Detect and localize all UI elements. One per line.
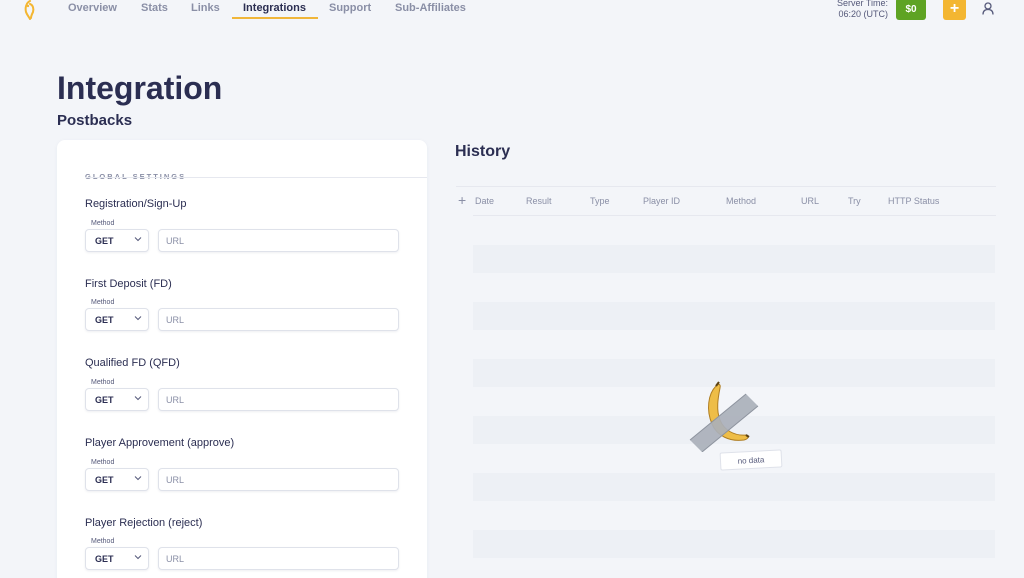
tab-integrations[interactable]: Integrations — [243, 2, 306, 14]
page-subtitle: Postbacks — [57, 112, 133, 129]
server-time-value: 06:20 (UTC) — [838, 9, 888, 19]
divider — [456, 186, 996, 187]
chevron-down-icon — [134, 237, 142, 242]
url-input-registration[interactable] — [158, 229, 399, 252]
url-input-first-deposit[interactable] — [158, 308, 399, 331]
table-row-placeholder — [473, 530, 995, 558]
method-value: GET — [95, 553, 114, 564]
divider — [85, 177, 427, 178]
tab-overview[interactable]: Overview — [68, 2, 117, 14]
balance-button[interactable]: $0 — [896, 0, 926, 20]
method-label: Method — [91, 220, 115, 227]
divider — [473, 215, 996, 216]
balance-value: $0 — [905, 3, 917, 15]
banana-illustration — [689, 381, 759, 452]
logo-icon[interactable] — [22, 0, 38, 20]
method-value: GET — [95, 235, 114, 246]
server-time: Server Time: 06:20 (UTC) — [837, 0, 888, 20]
table-row-placeholder — [473, 473, 995, 501]
add-button[interactable]: + — [943, 0, 966, 20]
table-row-placeholder — [473, 302, 995, 330]
method-label: Method — [91, 459, 115, 466]
postback-label-registration: Registration/Sign-Up — [85, 198, 187, 210]
active-tab-indicator — [232, 17, 318, 19]
column-header-result[interactable]: Result — [526, 196, 552, 206]
server-time-label: Server Time: — [836, 0, 888, 8]
plus-icon: + — [949, 0, 960, 17]
method-value: GET — [95, 474, 114, 485]
user-icon[interactable] — [982, 2, 994, 15]
chevron-down-icon — [134, 476, 142, 481]
table-row-placeholder — [473, 245, 995, 273]
column-header-method[interactable]: Method — [726, 196, 756, 206]
method-label: Method — [91, 379, 115, 386]
method-select-approve[interactable]: GET — [85, 468, 149, 491]
postback-label-approve: Player Approvement (approve) — [85, 437, 235, 449]
global-settings-card: GLOBAL SETTINGS Registration/Sign-Up Met… — [57, 140, 427, 578]
no-data-label: no data — [719, 449, 783, 471]
page-title: Integration — [57, 70, 223, 106]
tab-stats[interactable]: Stats — [141, 2, 168, 14]
method-select-qualified-fd[interactable]: GET — [85, 388, 149, 411]
column-header-date[interactable]: Date — [475, 196, 494, 206]
tab-links[interactable]: Links — [191, 2, 220, 14]
column-header-type[interactable]: Type — [590, 196, 610, 206]
method-select-registration[interactable]: GET — [85, 229, 149, 252]
no-data-text: no data — [737, 454, 765, 466]
url-input-reject[interactable] — [158, 547, 399, 570]
method-label: Method — [91, 299, 115, 306]
history-title: History — [455, 143, 511, 160]
postback-label-reject: Player Rejection (reject) — [85, 517, 203, 529]
column-header-try[interactable]: Try — [848, 196, 861, 206]
column-header-player-id[interactable]: Player ID — [643, 196, 680, 206]
top-navigation: Overview Stats Links Integrations Suppor… — [0, 0, 1024, 26]
chevron-down-icon — [134, 555, 142, 560]
postback-label-qualified-fd: Qualified FD (QFD) — [85, 357, 180, 369]
method-label: Method — [91, 538, 115, 545]
column-header-http-status[interactable]: HTTP Status — [888, 196, 939, 206]
chevron-down-icon — [134, 396, 142, 401]
column-header-url[interactable]: URL — [801, 196, 819, 206]
method-value: GET — [95, 314, 114, 325]
plus-icon[interactable]: + — [458, 193, 466, 207]
url-input-approve[interactable] — [158, 468, 399, 491]
method-select-first-deposit[interactable]: GET — [85, 308, 149, 331]
url-input-qualified-fd[interactable] — [158, 388, 399, 411]
tab-support[interactable]: Support — [329, 2, 371, 14]
method-select-reject[interactable]: GET — [85, 547, 149, 570]
postback-label-first-deposit: First Deposit (FD) — [85, 278, 172, 290]
method-value: GET — [95, 394, 114, 405]
chevron-down-icon — [134, 316, 142, 321]
tab-sub-affiliates[interactable]: Sub-Affiliates — [395, 2, 466, 14]
